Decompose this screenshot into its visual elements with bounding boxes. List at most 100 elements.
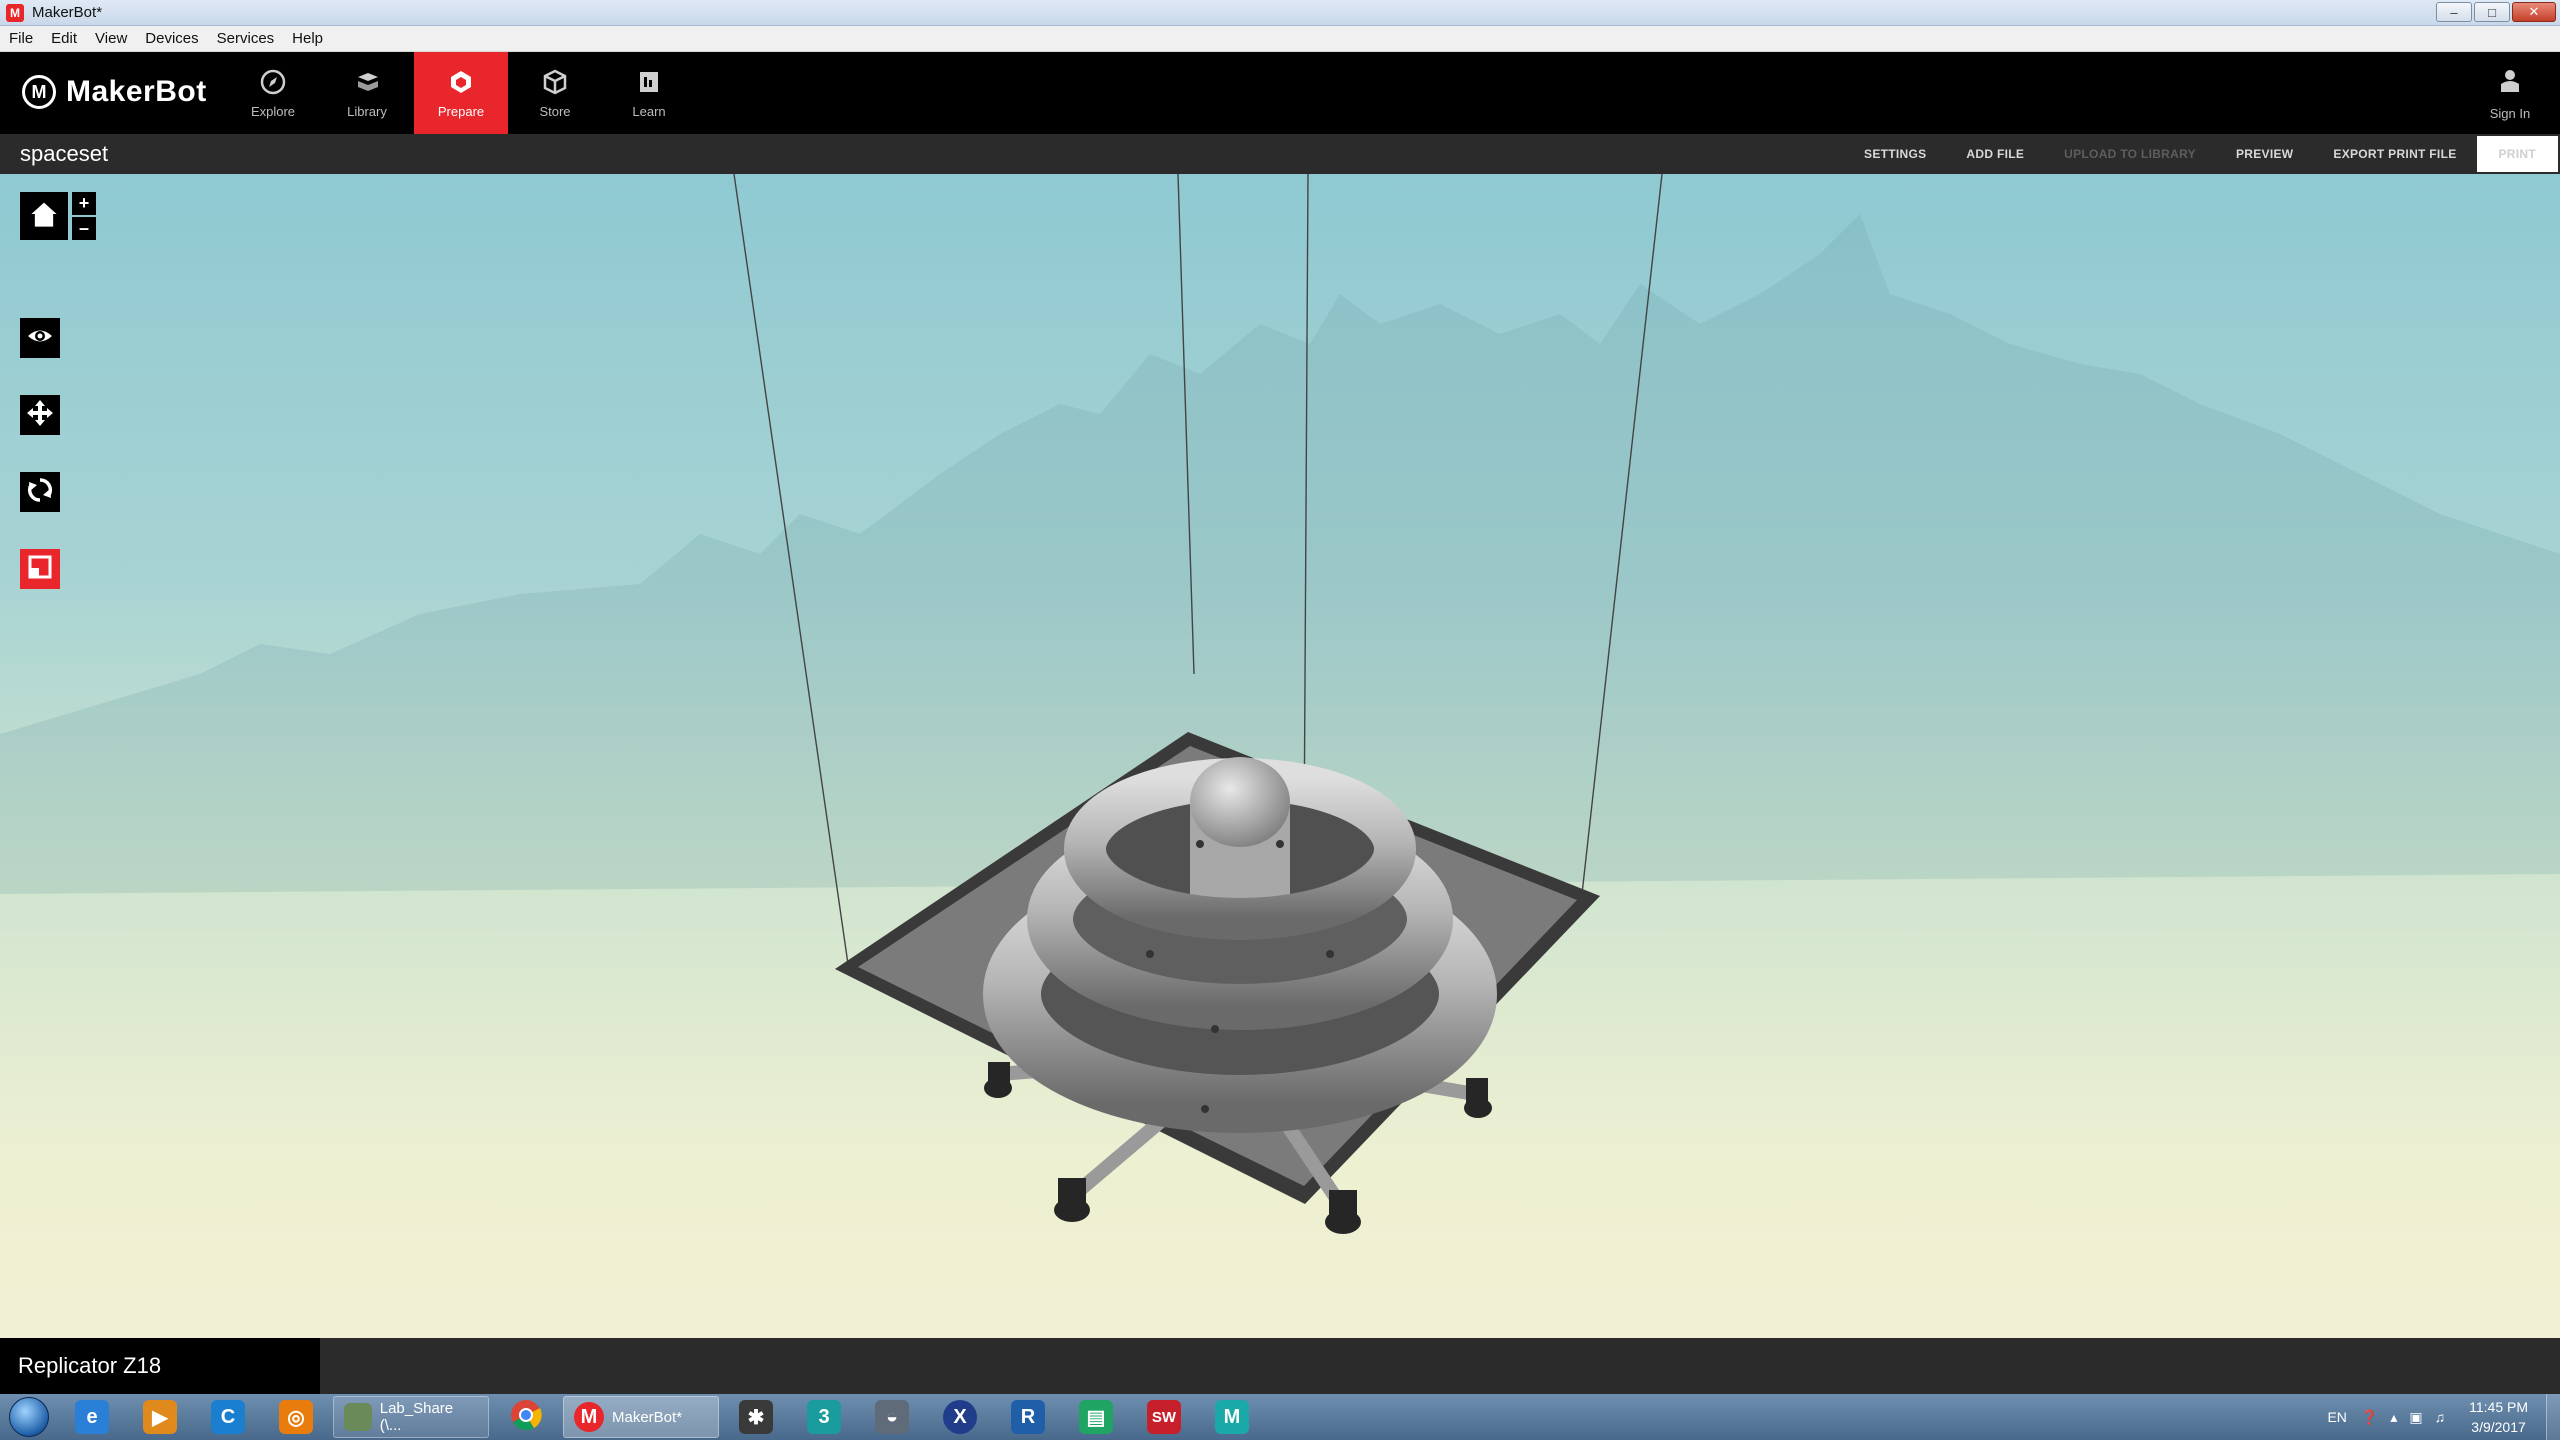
zbrush-icon: ✱ xyxy=(739,1400,773,1434)
minimize-button[interactable]: – xyxy=(2436,2,2472,22)
taskbar-internet-explorer[interactable]: e xyxy=(61,1396,123,1438)
menu-bar: File Edit View Devices Services Help xyxy=(0,26,2560,52)
clock-date: 3/9/2017 xyxy=(2471,1419,2526,1435)
rotate-tool-button[interactable] xyxy=(20,472,60,512)
home-icon xyxy=(28,198,60,235)
taskbar-ccleaner[interactable]: C xyxy=(197,1396,259,1438)
store-box-icon xyxy=(541,68,569,96)
add-file-button[interactable]: ADD FILE xyxy=(1946,147,2044,161)
nav-prepare[interactable]: Prepare xyxy=(414,52,508,134)
rhino-icon: ◒ xyxy=(875,1400,909,1434)
taskbar-rhino[interactable]: ◒ xyxy=(861,1396,923,1438)
nav-explore[interactable]: Explore xyxy=(226,52,320,134)
main-nav: Explore Library Prepare Store Learn xyxy=(226,52,696,134)
move-tool-button[interactable] xyxy=(20,395,60,435)
clock-time: 11:45 PM xyxy=(2469,1399,2528,1415)
taskbar-media-player[interactable]: ▶ xyxy=(129,1396,191,1438)
makerbot-app-icon: M xyxy=(6,3,24,22)
compass-icon xyxy=(259,68,287,96)
app-header: M MakerBot Explore Library Prepare Store… xyxy=(0,52,2560,134)
nav-explore-label: Explore xyxy=(250,103,296,119)
settings-button[interactable]: SETTINGS xyxy=(1844,147,1946,161)
nav-library-label: Library xyxy=(347,103,387,119)
menu-view[interactable]: View xyxy=(86,30,136,47)
sign-in-label: Sign In xyxy=(2489,106,2531,121)
ccleaner-icon: C xyxy=(211,1400,245,1434)
zoom-in-button[interactable]: + xyxy=(72,192,96,215)
network-icon[interactable]: ▣ xyxy=(2409,1409,2422,1426)
scale-icon xyxy=(26,553,54,586)
status-bar: Replicator Z18 xyxy=(0,1338,2560,1394)
taskbar-blender[interactable]: ◎ xyxy=(265,1396,327,1438)
printer-selector[interactable]: Replicator Z18 xyxy=(0,1338,320,1394)
help-icon[interactable]: ❓ xyxy=(2361,1409,2378,1426)
taskbar-xnview[interactable]: X xyxy=(929,1396,991,1438)
spaceset-model xyxy=(983,757,1497,1133)
nav-learn-label: Learn xyxy=(632,103,666,119)
lab-share-label: Lab_Share (\... xyxy=(379,1400,454,1434)
sign-in-button[interactable]: Sign In xyxy=(2480,62,2540,126)
window-title: MakerBot* xyxy=(32,4,103,21)
blender-icon: ◎ xyxy=(279,1400,313,1434)
taskbar-chrome[interactable] xyxy=(495,1396,557,1438)
zoom-out-button[interactable]: – xyxy=(72,217,96,240)
volume-icon[interactable]: ♫ xyxy=(2435,1409,2446,1426)
view-tool-button[interactable] xyxy=(20,318,60,358)
solidworks-icon: SW xyxy=(1147,1400,1181,1434)
nav-store[interactable]: Store xyxy=(508,52,602,134)
taskbar-makerbot[interactable]: M MakerBot* xyxy=(563,1396,719,1438)
nav-store-label: Store xyxy=(539,103,571,119)
preview-button[interactable]: PREVIEW xyxy=(2216,147,2313,161)
show-desktop-button[interactable] xyxy=(2546,1394,2560,1440)
move-arrows-icon xyxy=(26,399,54,432)
menu-devices[interactable]: Devices xyxy=(136,30,207,47)
menu-help[interactable]: Help xyxy=(283,30,332,47)
windows-start-icon xyxy=(9,1397,49,1437)
show-hidden-icons-icon[interactable]: ▴ xyxy=(2390,1409,2397,1426)
3ds-max-icon: 3 xyxy=(807,1400,841,1434)
export-print-file-button[interactable]: EXPORT PRINT FILE xyxy=(2313,147,2476,161)
internet-explorer-icon: e xyxy=(75,1400,109,1434)
taskbar-google-sheets[interactable]: ▤ xyxy=(1065,1396,1127,1438)
start-button[interactable] xyxy=(0,1394,58,1440)
view-eye-icon xyxy=(26,322,54,355)
prepare-icon xyxy=(447,68,475,96)
project-name[interactable]: spaceset xyxy=(20,141,108,167)
3d-viewport[interactable]: MakerBot + – xyxy=(0,174,2560,1338)
clock[interactable]: 11:45 PM 3/9/2017 xyxy=(2469,1397,2528,1437)
menu-edit[interactable]: Edit xyxy=(42,30,86,47)
taskbar-3ds-max[interactable]: 3 xyxy=(793,1396,855,1438)
xnview-icon: X xyxy=(943,1400,977,1434)
taskbar-revit[interactable]: R xyxy=(997,1396,1059,1438)
scene-canvas: MakerBot xyxy=(0,174,2560,1234)
nav-learn[interactable]: Learn xyxy=(602,52,696,134)
language-indicator[interactable]: EN xyxy=(2327,1409,2346,1425)
nav-prepare-label: Prepare xyxy=(437,103,485,119)
menu-services[interactable]: Services xyxy=(208,30,284,47)
chrome-icon xyxy=(509,1398,543,1437)
media-player-icon: ▶ xyxy=(143,1400,177,1434)
system-tray: EN ❓ ▴ ▣ ♫ 11:45 PM 3/9/2017 xyxy=(2327,1394,2560,1440)
home-view-button[interactable] xyxy=(20,192,68,240)
makerbot-logo[interactable]: M MakerBot xyxy=(22,75,207,109)
taskbar-zbrush[interactable]: ✱ xyxy=(725,1396,787,1438)
project-toolbar: spaceset SETTINGS ADD FILE UPLOAD TO LIB… xyxy=(0,134,2560,174)
google-sheets-icon: ▤ xyxy=(1079,1400,1113,1434)
taskbar-solidworks[interactable]: SW xyxy=(1133,1396,1195,1438)
folder-icon xyxy=(344,1403,372,1431)
menu-file[interactable]: File xyxy=(0,30,42,47)
taskbar-maya[interactable]: M xyxy=(1201,1396,1263,1438)
makerbot-logo-text: MakerBot xyxy=(66,75,207,108)
maya-icon: M xyxy=(1215,1400,1249,1434)
close-button[interactable]: ✕ xyxy=(2512,2,2556,22)
learn-icon xyxy=(635,68,663,96)
nav-library[interactable]: Library xyxy=(320,52,414,134)
makerbot-taskbar-icon: M xyxy=(574,1402,604,1432)
revit-icon: R xyxy=(1011,1400,1045,1434)
taskbar-lab-share[interactable]: Lab_Share (\... xyxy=(333,1396,489,1438)
user-icon xyxy=(2496,67,2524,98)
print-button[interactable]: PRINT xyxy=(2476,136,2558,172)
scale-tool-button[interactable] xyxy=(20,549,60,589)
maximize-button[interactable]: □ xyxy=(2474,2,2510,22)
upload-to-library-button[interactable]: UPLOAD TO LIBRARY xyxy=(2044,147,2216,161)
